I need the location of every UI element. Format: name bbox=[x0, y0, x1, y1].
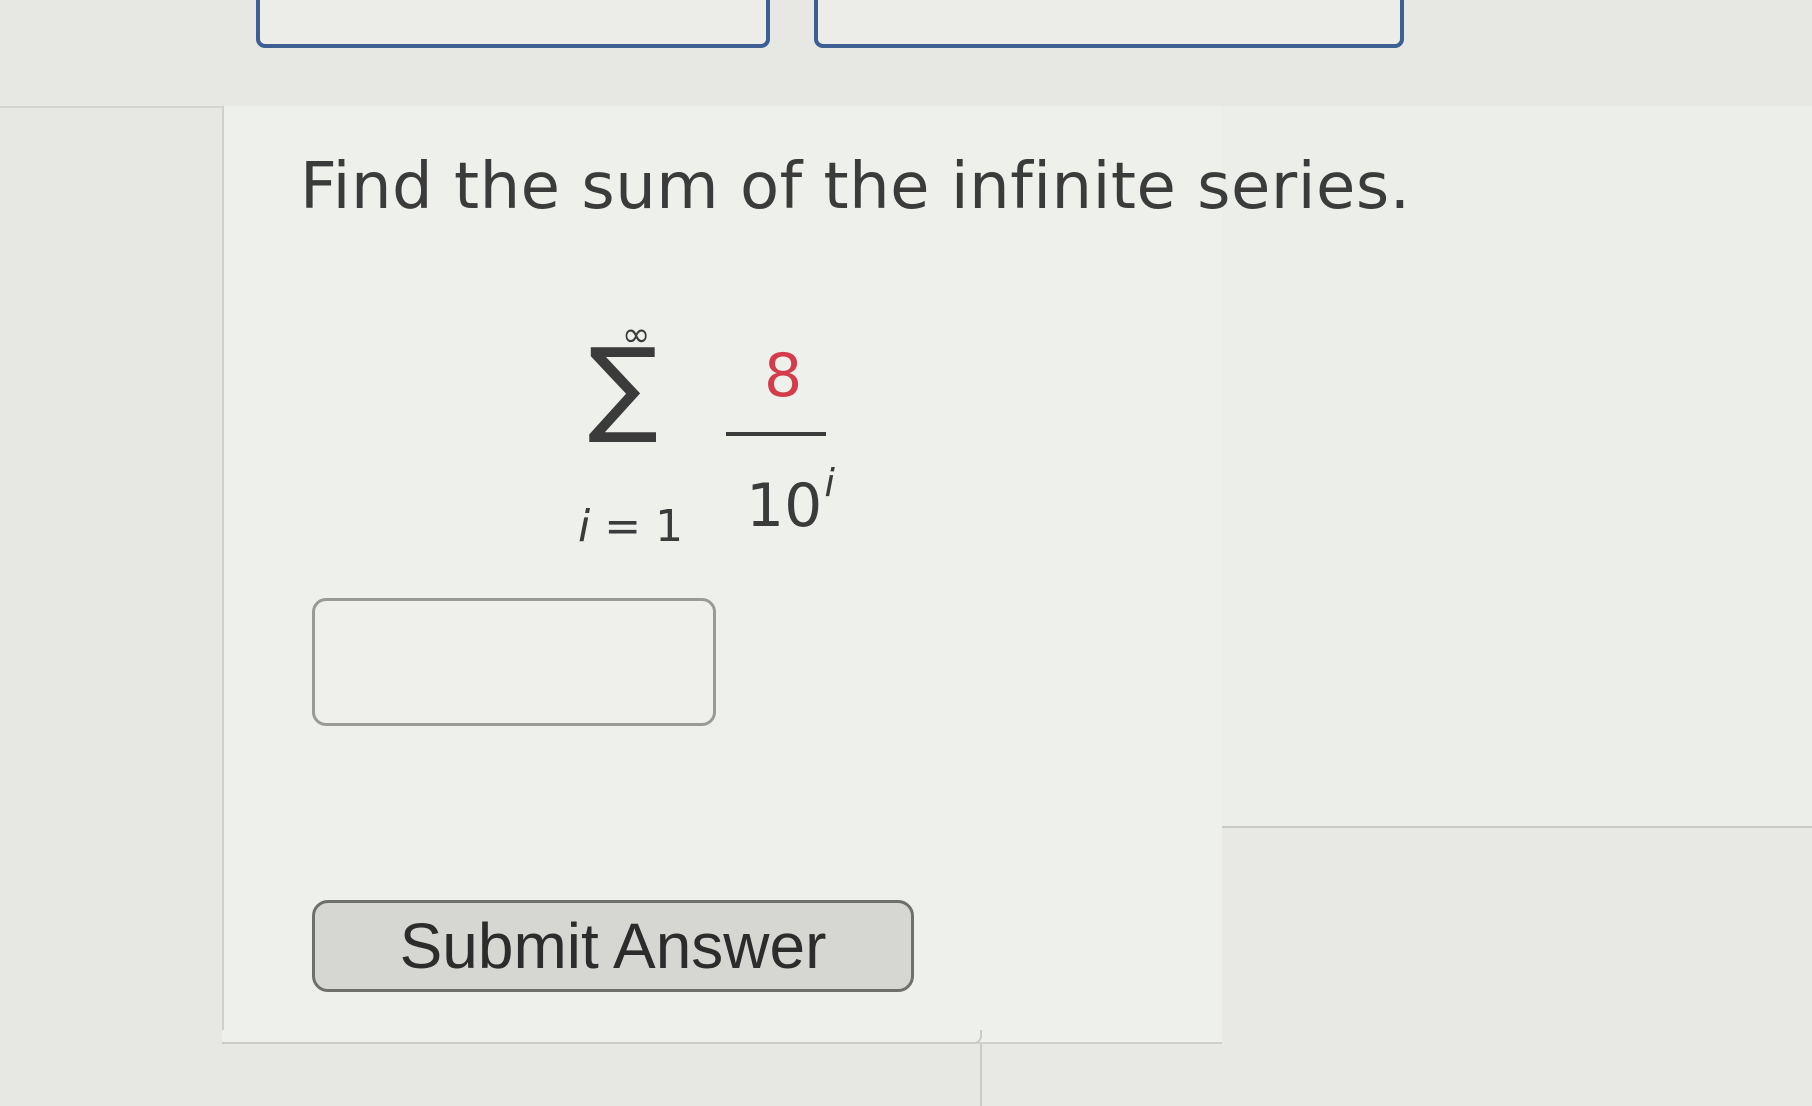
answer-input[interactable] bbox=[312, 598, 716, 726]
denominator-base: 10 bbox=[746, 471, 823, 541]
denominator-exponent: i bbox=[824, 461, 835, 505]
question-card-bottom-edge bbox=[222, 1030, 982, 1044]
top-answer-box-left[interactable] bbox=[256, 0, 770, 48]
index-variable: i bbox=[578, 501, 591, 552]
submit-answer-button[interactable]: Submit Answer bbox=[312, 900, 914, 992]
top-answer-box-right[interactable] bbox=[814, 0, 1404, 48]
sigma-symbol: ∑ bbox=[588, 325, 659, 447]
fraction-bar bbox=[726, 432, 826, 436]
index-start: = 1 bbox=[604, 501, 684, 552]
question-prompt: Find the sum of the infinite series. bbox=[300, 150, 1411, 224]
fraction-numerator: 8 bbox=[764, 341, 803, 411]
sum-lower-limit: i = 1 bbox=[578, 502, 683, 552]
fraction-denominator: 10i bbox=[746, 461, 835, 545]
series-formula: ∞ ∑ i = 1 8 10i bbox=[570, 318, 870, 558]
